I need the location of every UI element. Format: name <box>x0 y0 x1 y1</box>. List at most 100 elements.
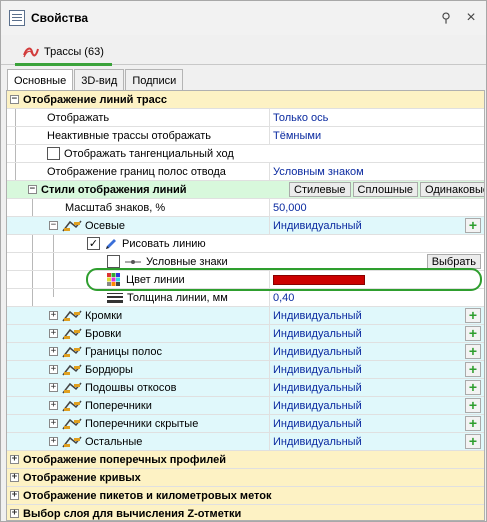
property-label: Подошвы откосов <box>85 381 177 394</box>
expand-icon[interactable]: + <box>49 383 58 392</box>
add-button[interactable]: + <box>465 362 481 377</box>
expand-icon[interactable]: + <box>49 437 58 446</box>
property-value[interactable]: 50,000 <box>273 202 307 214</box>
add-button[interactable]: + <box>465 308 481 323</box>
title-bar: Свойства ⚲ × <box>1 1 486 35</box>
tangential-checkbox[interactable] <box>47 147 60 160</box>
category-z-layer[interactable]: + Выбор слоя для вычисления Z-отметки <box>7 505 484 520</box>
subcategory-label: Стили отображения линий <box>41 183 187 196</box>
property-row-draw-line[interactable]: ✓ Рисовать линию <box>7 235 484 253</box>
property-row-borders[interactable]: Отображение границ полос отвода Условным… <box>7 163 484 181</box>
line-style-icon <box>62 418 82 429</box>
property-row-display[interactable]: Отображать Только ось <box>7 109 484 127</box>
property-value[interactable]: Индивидуальный <box>273 418 362 430</box>
same-button[interactable]: Одинаковые <box>420 182 484 197</box>
collapse-icon[interactable]: − <box>49 221 58 230</box>
property-row-line-width[interactable]: Толщина линии, мм 0,40 <box>7 289 484 307</box>
property-row-item[interactable]: + Поперечники скрытые Индивидуальный + <box>7 415 484 433</box>
property-value[interactable]: Тёмными <box>273 130 321 142</box>
property-row-axial[interactable]: − Осевые Индивидуальный + <box>7 217 484 235</box>
property-row-item[interactable]: + Бордюры Индивидуальный + <box>7 361 484 379</box>
category-cross-profiles[interactable]: + Отображение поперечных профилей <box>7 451 484 469</box>
property-value[interactable]: Индивидуальный <box>273 328 362 340</box>
draw-line-checkbox[interactable]: ✓ <box>87 237 100 250</box>
category-label: Отображение кривых <box>23 471 141 484</box>
expand-icon[interactable]: + <box>10 491 19 500</box>
tab-main[interactable]: Основные <box>7 69 74 92</box>
sub-tabs: Основные 3D-вид Подписи <box>7 69 184 92</box>
expand-icon[interactable]: + <box>49 365 58 374</box>
property-row-item[interactable]: + Остальные Индивидуальный + <box>7 433 484 451</box>
trace-icon <box>23 47 39 57</box>
property-row-item[interactable]: + Бровки Индивидуальный + <box>7 325 484 343</box>
tab-main-label: Основные <box>14 75 67 87</box>
property-value[interactable]: Индивидуальный <box>273 346 362 358</box>
property-value[interactable]: Индивидуальный <box>273 436 362 448</box>
symbols-checkbox[interactable] <box>107 255 120 268</box>
property-value[interactable]: Индивидуальный <box>273 220 362 232</box>
line-style-icon <box>62 346 82 357</box>
category-curves[interactable]: + Отображение кривых <box>7 469 484 487</box>
line-style-icon <box>62 310 82 321</box>
expand-icon[interactable]: + <box>10 455 19 464</box>
window-title: Свойства <box>31 11 89 25</box>
property-value[interactable]: 0,40 <box>273 292 294 304</box>
tab-traces[interactable]: Трассы (63) <box>15 40 112 66</box>
add-button[interactable]: + <box>465 380 481 395</box>
expand-icon[interactable]: + <box>49 401 58 410</box>
property-label: Осевые <box>85 219 126 232</box>
category-label: Отображение линий трасс <box>23 93 167 106</box>
symbol-line-icon <box>125 259 141 264</box>
property-label: Остальные <box>85 435 143 448</box>
expand-icon[interactable]: + <box>10 509 19 518</box>
properties-window-icon <box>9 10 25 26</box>
palette-icon <box>107 273 120 286</box>
expand-icon[interactable]: + <box>49 311 58 320</box>
property-value[interactable]: Только ось <box>273 112 328 124</box>
tab-traces-label: Трассы (63) <box>44 45 104 58</box>
category-trace-lines[interactable]: − Отображение линий трасс <box>7 91 484 109</box>
collapse-icon[interactable]: − <box>10 95 19 104</box>
add-button[interactable]: + <box>465 416 481 431</box>
add-button[interactable]: + <box>465 218 481 233</box>
property-value[interactable]: Индивидуальный <box>273 310 362 322</box>
property-value[interactable]: Индивидуальный <box>273 400 362 412</box>
category-pickets[interactable]: + Отображение пикетов и километровых мет… <box>7 487 484 505</box>
property-row-symbols[interactable]: Условные знаки Выбрать <box>7 253 484 271</box>
property-value[interactable]: Условным знаком <box>273 166 364 178</box>
line-style-icon <box>62 220 82 231</box>
property-row-item[interactable]: + Подошвы откосов Индивидуальный + <box>7 379 484 397</box>
property-row-tangential[interactable]: Отображать тангенциальный ход <box>7 145 484 163</box>
property-row-item[interactable]: + Поперечники Индивидуальный + <box>7 397 484 415</box>
property-label: Рисовать линию <box>122 237 206 250</box>
property-row-scale[interactable]: Масштаб знаков, % 50,000 <box>7 199 484 217</box>
expand-icon[interactable]: + <box>49 329 58 338</box>
tab-3d-view[interactable]: 3D-вид <box>74 69 125 91</box>
subcategory-line-styles[interactable]: − Стили отображения линий Стилевые Сплош… <box>7 181 484 199</box>
add-button[interactable]: + <box>465 344 481 359</box>
property-value[interactable]: Индивидуальный <box>273 382 362 394</box>
add-button[interactable]: + <box>465 326 481 341</box>
expand-icon[interactable]: + <box>49 347 58 356</box>
add-button[interactable]: + <box>465 434 481 449</box>
choose-button[interactable]: Выбрать <box>426 254 481 269</box>
expand-icon[interactable]: + <box>49 419 58 428</box>
tab-labels-label: Подписи <box>132 74 177 87</box>
property-value[interactable]: Индивидуальный <box>273 364 362 376</box>
property-row-inactive[interactable]: Неактивные трассы отображать Тёмными <box>7 127 484 145</box>
tab-labels[interactable]: Подписи <box>125 69 184 91</box>
color-swatch[interactable] <box>273 274 365 285</box>
expand-icon[interactable]: + <box>10 473 19 482</box>
line-width-icon <box>107 292 123 303</box>
pencil-icon <box>106 238 116 249</box>
close-icon[interactable]: × <box>462 9 480 27</box>
property-label: Цвет линии <box>126 273 185 286</box>
property-row-item[interactable]: + Кромки Индивидуальный + <box>7 307 484 325</box>
styled-button[interactable]: Стилевые <box>289 182 351 197</box>
solid-button[interactable]: Сплошные <box>352 182 419 197</box>
property-row-item[interactable]: + Границы полос Индивидуальный + <box>7 343 484 361</box>
pin-icon[interactable]: ⚲ <box>437 9 455 27</box>
property-row-line-color[interactable]: Цвет линии <box>7 271 484 289</box>
add-button[interactable]: + <box>465 398 481 413</box>
collapse-icon[interactable]: − <box>28 185 37 194</box>
